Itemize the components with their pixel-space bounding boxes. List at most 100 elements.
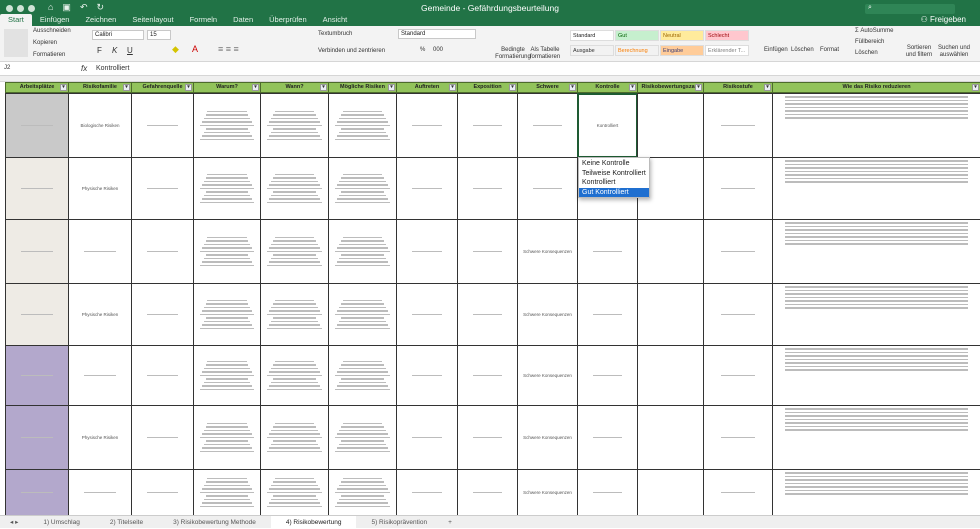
cell[interactable] xyxy=(5,157,69,220)
cell-style-5[interactable]: Berechnung xyxy=(615,45,659,56)
filter-dropdown-icon[interactable]: ▾ xyxy=(388,84,395,91)
sheet-tab[interactable]: 4) Risikobewertung xyxy=(270,515,357,529)
cell[interactable] xyxy=(517,93,578,158)
cell[interactable] xyxy=(131,405,194,470)
percent-button[interactable]: % xyxy=(420,47,425,53)
cell[interactable]: Schwere Konsequenzen xyxy=(517,219,578,284)
sheet-tab[interactable]: 2) Titelseite xyxy=(95,516,158,529)
cell[interactable] xyxy=(5,345,69,406)
find-select-button[interactable]: Suchen und auswählen xyxy=(934,45,974,59)
copy-button[interactable]: Kopieren xyxy=(33,40,57,46)
cell-style-2[interactable]: Neutral xyxy=(660,30,704,41)
cell[interactable] xyxy=(396,405,458,470)
cell[interactable] xyxy=(260,93,329,158)
kontrolle-dropdown[interactable]: Keine Kontrolle Teilweise Kontrolliert Kon… xyxy=(578,157,650,198)
cell[interactable] xyxy=(131,157,194,220)
cell[interactable] xyxy=(131,469,194,516)
filter-dropdown-icon[interactable]: ▾ xyxy=(252,84,259,91)
cell[interactable] xyxy=(260,283,329,346)
cell[interactable] xyxy=(703,345,773,406)
cell[interactable] xyxy=(703,157,773,220)
cell[interactable] xyxy=(637,219,704,284)
filter-dropdown-icon[interactable]: ▾ xyxy=(764,84,771,91)
sheet-tab[interactable]: 5) Risikoprävention xyxy=(356,516,442,529)
tab-formeln[interactable]: Formeln xyxy=(182,14,226,26)
share-button[interactable]: ⚇ Freigeben xyxy=(921,15,966,24)
cell-style-7[interactable]: Erklärender T... xyxy=(705,45,749,56)
sort-filter-button[interactable]: Sortieren und filtern xyxy=(904,45,934,59)
filter-dropdown-icon[interactable]: ▾ xyxy=(123,84,130,91)
cell[interactable] xyxy=(193,283,261,346)
cell[interactable] xyxy=(193,93,261,158)
cell-style-3[interactable]: Schlecht xyxy=(705,30,749,41)
filter-dropdown-icon[interactable]: ▾ xyxy=(695,84,702,91)
autosum-button[interactable]: Σ AutoSumme xyxy=(855,28,893,34)
cell[interactable] xyxy=(517,157,578,220)
bold-button[interactable]: F xyxy=(97,46,102,55)
cell[interactable] xyxy=(577,405,638,470)
font-size-select[interactable]: 15 xyxy=(147,30,171,40)
cell[interactable] xyxy=(396,219,458,284)
cell[interactable] xyxy=(457,405,518,470)
cell[interactable] xyxy=(457,93,518,158)
cell[interactable]: Physische Risiken xyxy=(68,283,132,346)
cell[interactable] xyxy=(5,405,69,470)
cell[interactable] xyxy=(5,219,69,284)
fill-color-icon[interactable]: ◆ xyxy=(172,44,179,55)
cell[interactable]: Physische Risiken xyxy=(68,405,132,470)
filter-dropdown-icon[interactable]: ▾ xyxy=(185,84,192,91)
cell[interactable] xyxy=(703,93,773,158)
cell[interactable] xyxy=(637,345,704,406)
cell[interactable] xyxy=(396,93,458,158)
font-select[interactable]: Calibri xyxy=(92,30,144,40)
dropdown-option[interactable]: Kontrolliert xyxy=(579,178,649,188)
cell[interactable] xyxy=(637,93,704,158)
dropdown-option[interactable]: Teilweise Kontrolliert xyxy=(579,169,649,179)
format-painter-button[interactable]: Formatieren xyxy=(33,52,65,58)
cell[interactable]: Schwere Konsequenzen xyxy=(517,283,578,346)
font-color-icon[interactable]: A xyxy=(192,44,198,54)
cell-style-6[interactable]: Eingabe xyxy=(660,45,704,56)
filter-dropdown-icon[interactable]: ▾ xyxy=(449,84,456,91)
clear-button[interactable]: Löschen xyxy=(855,50,878,56)
sheet-nav-arrows[interactable]: ◂ ▸ xyxy=(0,518,28,526)
tab-zeichnen[interactable]: Zeichnen xyxy=(77,14,124,26)
dropdown-option[interactable]: Gut Kontrolliert xyxy=(579,187,649,197)
cell[interactable] xyxy=(457,283,518,346)
tab-überprüfen[interactable]: Überprüfen xyxy=(261,14,315,26)
cell[interactable] xyxy=(772,469,980,516)
cell[interactable] xyxy=(68,469,132,516)
format-as-table-button[interactable]: Als Tabelle formatieren xyxy=(527,47,563,61)
cell[interactable] xyxy=(193,345,261,406)
sheet-tab[interactable]: 1) Umschlag xyxy=(28,516,94,529)
cell[interactable] xyxy=(577,283,638,346)
underline-button[interactable]: U xyxy=(127,46,133,55)
cell[interactable] xyxy=(772,219,980,284)
filter-dropdown-icon[interactable]: ▾ xyxy=(972,84,979,91)
cell[interactable] xyxy=(328,469,397,516)
cell[interactable] xyxy=(68,219,132,284)
cell[interactable] xyxy=(457,219,518,284)
add-sheet-icon[interactable]: + xyxy=(442,519,458,526)
filter-dropdown-icon[interactable]: ▾ xyxy=(629,84,636,91)
filter-dropdown-icon[interactable]: ▾ xyxy=(320,84,327,91)
cell[interactable] xyxy=(260,157,329,220)
number-format-select[interactable]: Standard xyxy=(398,29,476,39)
cell[interactable] xyxy=(131,283,194,346)
cell[interactable] xyxy=(396,283,458,346)
search-icon[interactable]: ⌕ xyxy=(865,4,955,14)
cell[interactable] xyxy=(703,469,773,516)
cell-style-4[interactable]: Ausgabe xyxy=(570,45,614,56)
delete-cells-button[interactable]: Löschen xyxy=(791,47,814,53)
tab-start[interactable]: Start xyxy=(0,14,32,26)
cell[interactable] xyxy=(328,345,397,406)
cell[interactable] xyxy=(772,345,980,406)
cell[interactable] xyxy=(193,157,261,220)
filter-dropdown-icon[interactable]: ▾ xyxy=(509,84,516,91)
cell[interactable] xyxy=(396,157,458,220)
cell[interactable] xyxy=(703,219,773,284)
cell[interactable]: Biologische Risiken xyxy=(68,93,132,158)
cell[interactable] xyxy=(328,157,397,220)
cell[interactable] xyxy=(131,219,194,284)
cell[interactable]: Kontrolliert xyxy=(577,93,638,158)
